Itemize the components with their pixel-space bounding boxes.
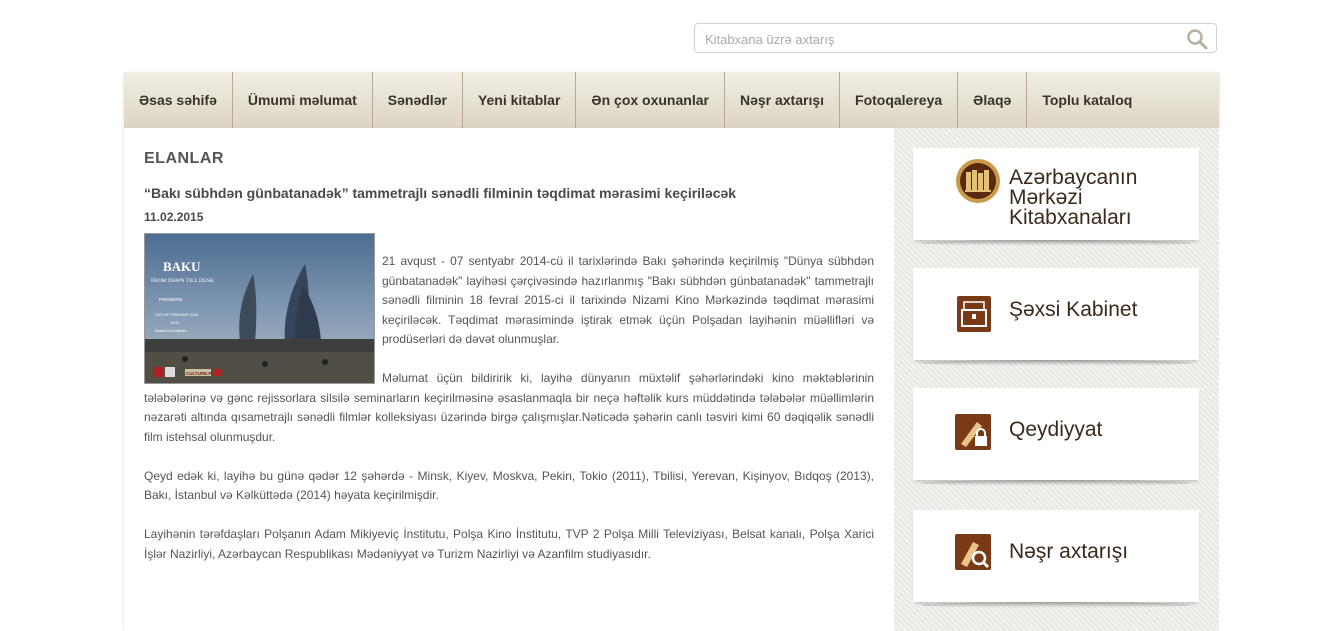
main-content: ELANLAR “Bakı sübhdən günbatanadək” tamm…: [124, 128, 894, 631]
library-books-icon: [956, 159, 1000, 203]
news-paragraph: Layihənin tərəfdaşları Polşanın Adam Mik…: [144, 527, 874, 561]
section-title: ELANLAR: [144, 150, 224, 167]
library-search-box: [694, 23, 1217, 53]
nav-new-books[interactable]: Yeni kitablar: [463, 72, 577, 128]
news-title[interactable]: “Bakı sübhdən günbatanadək” tammetrajlı …: [144, 185, 874, 201]
sidebar: Azərbaycanın Mərkəzi Kitabxanaları Şəxsi…: [894, 128, 1219, 631]
card-label: Azərbaycanın Mərkəzi Kitabxanaları: [1009, 166, 1138, 229]
book-search-icon: [955, 534, 991, 570]
card-registration[interactable]: Qeydiyyat: [913, 388, 1199, 480]
nav-publication-search[interactable]: Nəşr axtarışı: [725, 72, 841, 128]
news-body: 21 avqust - 07 sentyabr 2014-cü il tarix…: [144, 252, 874, 584]
card-central-libraries[interactable]: Azərbaycanın Mərkəzi Kitabxanaları: [913, 148, 1199, 240]
news-paragraph: Qeyd edək ki, layihə bu günə qədər 12 şə…: [144, 468, 874, 503]
search-input[interactable]: [705, 30, 1175, 48]
news-date: 11.02.2015: [144, 210, 204, 224]
card-label: Şəxsi Kabinet: [1009, 298, 1138, 321]
nav-general-info[interactable]: Ümumi məlumat: [233, 72, 373, 128]
nav-contact[interactable]: Əlaqə: [958, 72, 1028, 128]
nav-documents[interactable]: Sənədlər: [373, 72, 463, 128]
search-icon[interactable]: [1186, 28, 1208, 50]
nav-union-catalog[interactable]: Toplu kataloq: [1027, 72, 1147, 128]
card-label: Nəşr axtarışı: [1009, 540, 1129, 563]
nav-photo-gallery[interactable]: Fotoqalereya: [840, 72, 959, 128]
card-publication-search[interactable]: Nəşr axtarışı: [913, 510, 1199, 602]
pen-lock-icon: [955, 414, 991, 450]
card-personal-cabinet[interactable]: Şəxsi Kabinet: [913, 268, 1199, 360]
card-label: Qeydiyyat: [1009, 418, 1103, 441]
briefcase-icon: [957, 296, 991, 332]
nav-most-read[interactable]: Ən çox oxunanlar: [576, 72, 725, 128]
main-nav: Əsas səhifə Ümumi məlumat Sənədlər Yeni …: [124, 72, 1219, 129]
nav-home[interactable]: Əsas səhifə: [124, 72, 233, 128]
